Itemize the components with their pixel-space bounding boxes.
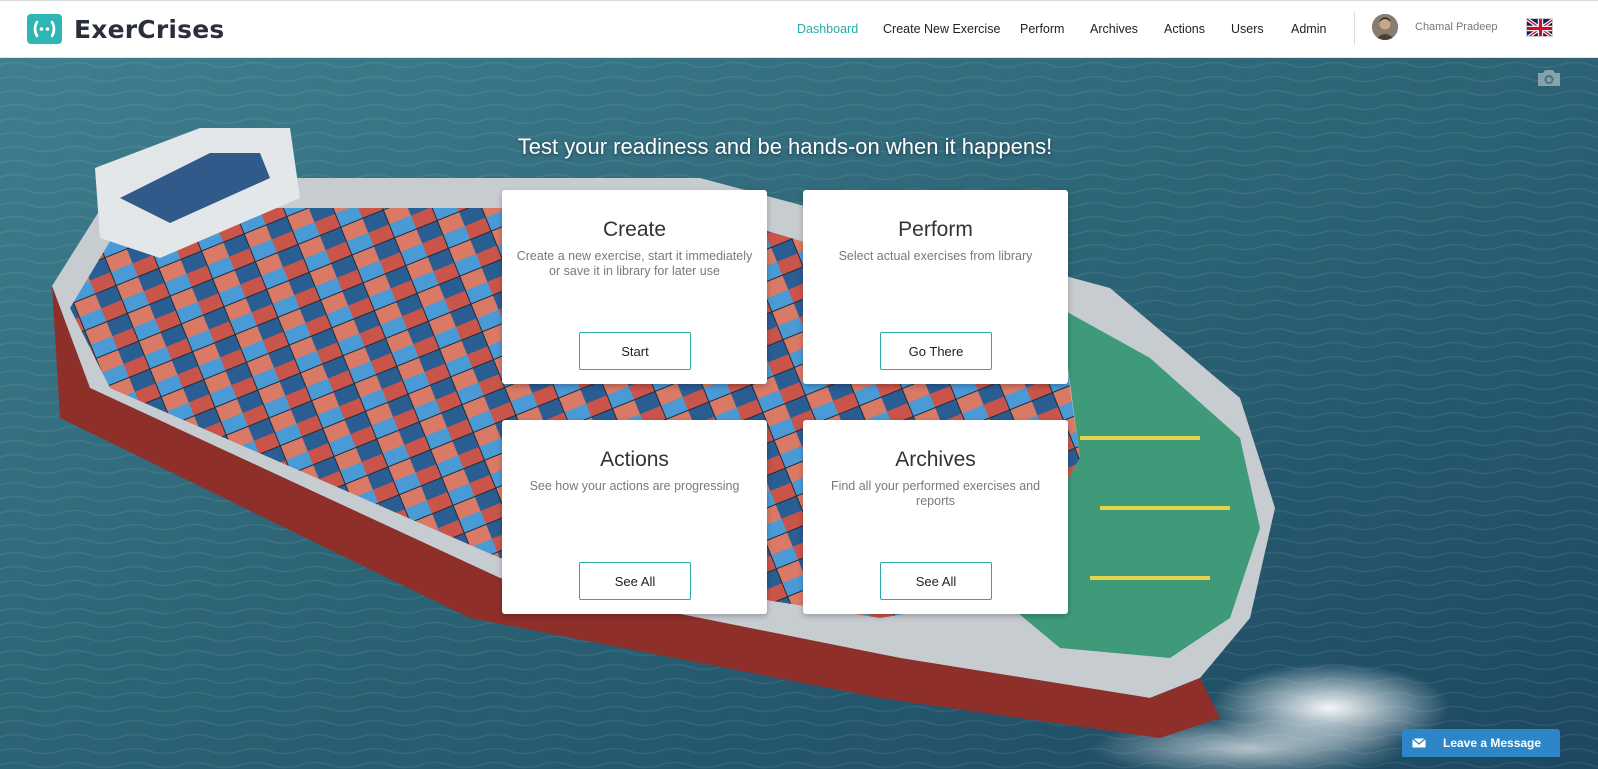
card-description: Create a new exercise, start it immediat…: [516, 249, 753, 278]
nav-divider: [1354, 12, 1355, 45]
start-button[interactable]: Start: [579, 332, 691, 370]
user-name[interactable]: Chamal Pradeep: [1415, 21, 1498, 33]
nav-actions[interactable]: Actions: [1164, 22, 1205, 36]
brand-name: ExerCrises: [74, 14, 225, 44]
actions-card: Actions See how your actions are progres…: [502, 420, 767, 614]
hero-tagline: Test your readiness and be hands-on when…: [517, 134, 1053, 159]
wave-brackets-icon: [27, 14, 62, 44]
card-title: Perform: [898, 218, 973, 241]
nav-create-new-exercise[interactable]: Create New Exercise: [883, 22, 1000, 36]
uk-flag-icon[interactable]: [1526, 18, 1553, 37]
hero-section: Test your readiness and be hands-on when…: [0, 58, 1598, 769]
camera-icon[interactable]: [1536, 68, 1562, 88]
card-title: Archives: [895, 448, 976, 471]
leave-message-button[interactable]: Leave a Message: [1402, 729, 1560, 757]
card-description: See how your actions are progressing: [529, 479, 740, 493]
card-title: Actions: [600, 448, 669, 471]
leave-message-label: Leave a Message: [1443, 736, 1542, 750]
mail-icon: [1412, 738, 1426, 748]
nav-archives[interactable]: Archives: [1090, 22, 1138, 36]
see-all-archives-button[interactable]: See All: [880, 562, 992, 600]
nav-users[interactable]: Users: [1231, 22, 1264, 36]
go-there-button[interactable]: Go There: [880, 332, 992, 370]
user-avatar-icon[interactable]: [1372, 14, 1398, 40]
card-title: Create: [602, 218, 667, 241]
card-description: Find all your performed exercises and re…: [830, 479, 1041, 508]
nav-dashboard[interactable]: Dashboard: [797, 22, 858, 36]
nav-perform[interactable]: Perform: [1020, 22, 1064, 36]
card-description: Select actual exercises from library: [838, 249, 1033, 263]
create-card: Create Create a new exercise, start it i…: [502, 190, 767, 384]
top-navbar: ExerCrises Dashboard Create New Exercise…: [0, 0, 1598, 58]
nav-admin[interactable]: Admin: [1291, 22, 1326, 36]
container-ship-background: [0, 58, 1598, 769]
brand-logo[interactable]: ExerCrises: [27, 13, 224, 45]
archives-card: Archives Find all your performed exercis…: [803, 420, 1068, 614]
perform-card: Perform Select actual exercises from lib…: [803, 190, 1068, 384]
see-all-actions-button[interactable]: See All: [579, 562, 691, 600]
